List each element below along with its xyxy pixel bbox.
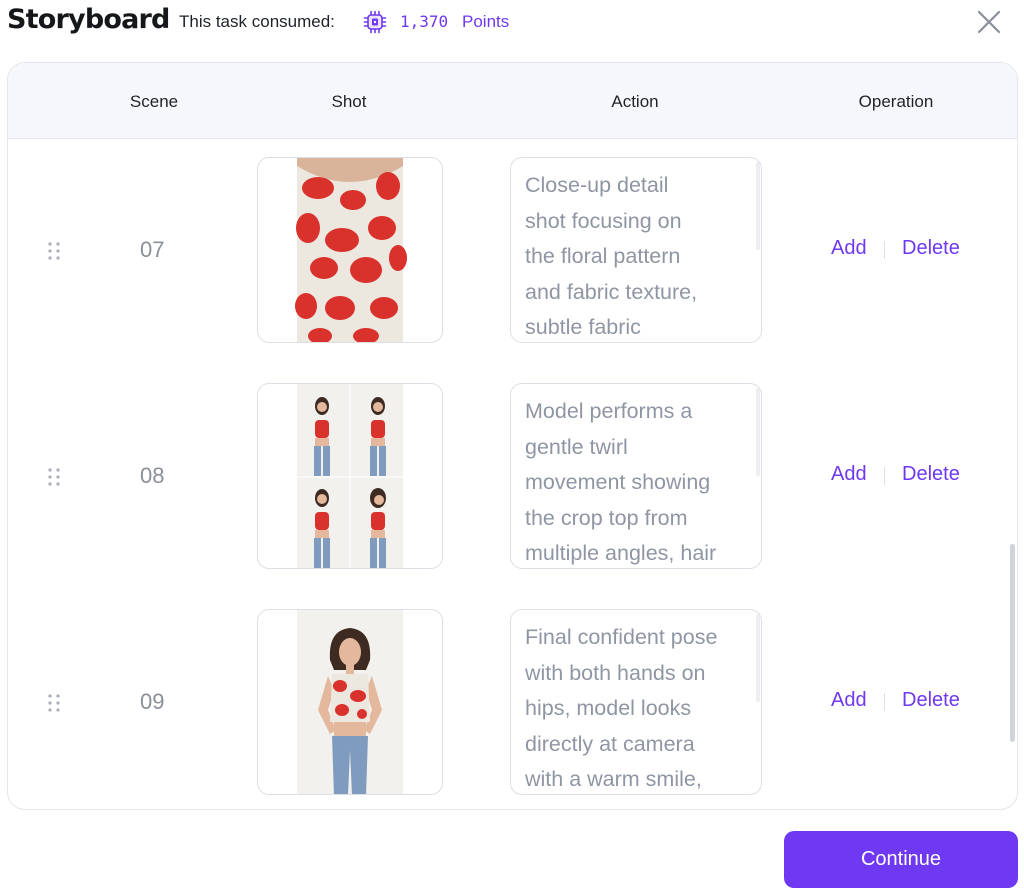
shot-thumbnail[interactable] [257,383,443,569]
table-header: Scene Shot Action Operation [8,63,1017,139]
action-textarea[interactable]: Model performs a gentle twirl movement s… [510,383,762,569]
delete-button[interactable]: Delete [902,689,960,712]
add-button[interactable]: Add [831,237,867,260]
drag-handle-icon[interactable] [47,693,61,713]
chip-icon [363,10,387,34]
action-line: subtle fabric [525,315,641,340]
textarea-scrollbar[interactable] [756,162,760,250]
action-line: shot focusing on [525,208,682,233]
operation-divider [884,693,885,711]
delete-button[interactable]: Delete [902,463,960,486]
table-row: 08 Model performs a gentle twirl movemen… [8,383,1017,569]
column-header-scene: Scene [129,92,179,111]
table-row: 07 Close-up detail shot focusing on the … [8,157,1017,343]
action-line: with both hands on [525,660,706,685]
points-label: Points [462,12,510,31]
shot-thumbnail[interactable] [257,609,443,795]
action-line: with a warm smile, [525,767,702,792]
floral-fabric-image [295,158,407,342]
action-textarea[interactable]: Final confident pose with both hands on … [510,609,762,795]
action-line: Close-up detail [525,173,669,197]
operation-divider [884,467,885,485]
action-line: the crop top from [525,505,688,530]
continue-button[interactable]: Continue [784,831,1018,888]
action-line: Final confident pose [525,625,718,649]
textarea-scrollbar[interactable] [756,388,760,476]
add-button[interactable]: Add [831,689,867,712]
operation-divider [884,241,885,259]
shot-thumbnail[interactable] [257,157,443,343]
storyboard-header: Storyboard This task consumed: 1,370 Poi… [0,0,1024,44]
close-icon[interactable] [974,7,1004,37]
add-button[interactable]: Add [831,463,867,486]
consumed-label: This task consumed: [179,12,335,31]
points-value: 1,370 [400,12,449,31]
action-line: Model performs a [525,399,693,423]
delete-button[interactable]: Delete [902,237,960,260]
storyboard-table: Scene Shot Action Operation 07 Close-up … [7,62,1018,810]
textarea-scrollbar[interactable] [756,614,760,702]
model-pose-image [297,610,403,794]
column-header-action: Action [611,92,659,111]
action-line: hips, model looks [525,696,692,721]
scene-number: 07 [140,237,165,262]
drag-handle-icon[interactable] [47,467,61,487]
action-line: and fabric texture, [525,279,698,304]
column-header-shot: Shot [331,92,367,111]
model-twirl-image [297,384,403,568]
column-header-operation: Operation [858,92,934,111]
scene-number: 08 [140,463,165,488]
action-line: movement showing [525,470,711,495]
action-line: multiple angles, hair [525,541,717,566]
scene-number: 09 [140,689,165,714]
action-line: directly at camera [525,731,695,756]
action-textarea[interactable]: Close-up detail shot focusing on the flo… [510,157,762,343]
table-row: 09 Final confident pose with both hands … [8,609,1017,795]
action-line: the floral pattern [525,244,681,269]
drag-handle-icon[interactable] [47,241,61,261]
action-line: gentle twirl [525,434,628,459]
table-scrollbar[interactable] [1010,544,1015,742]
page-title: Storyboard [7,4,170,35]
